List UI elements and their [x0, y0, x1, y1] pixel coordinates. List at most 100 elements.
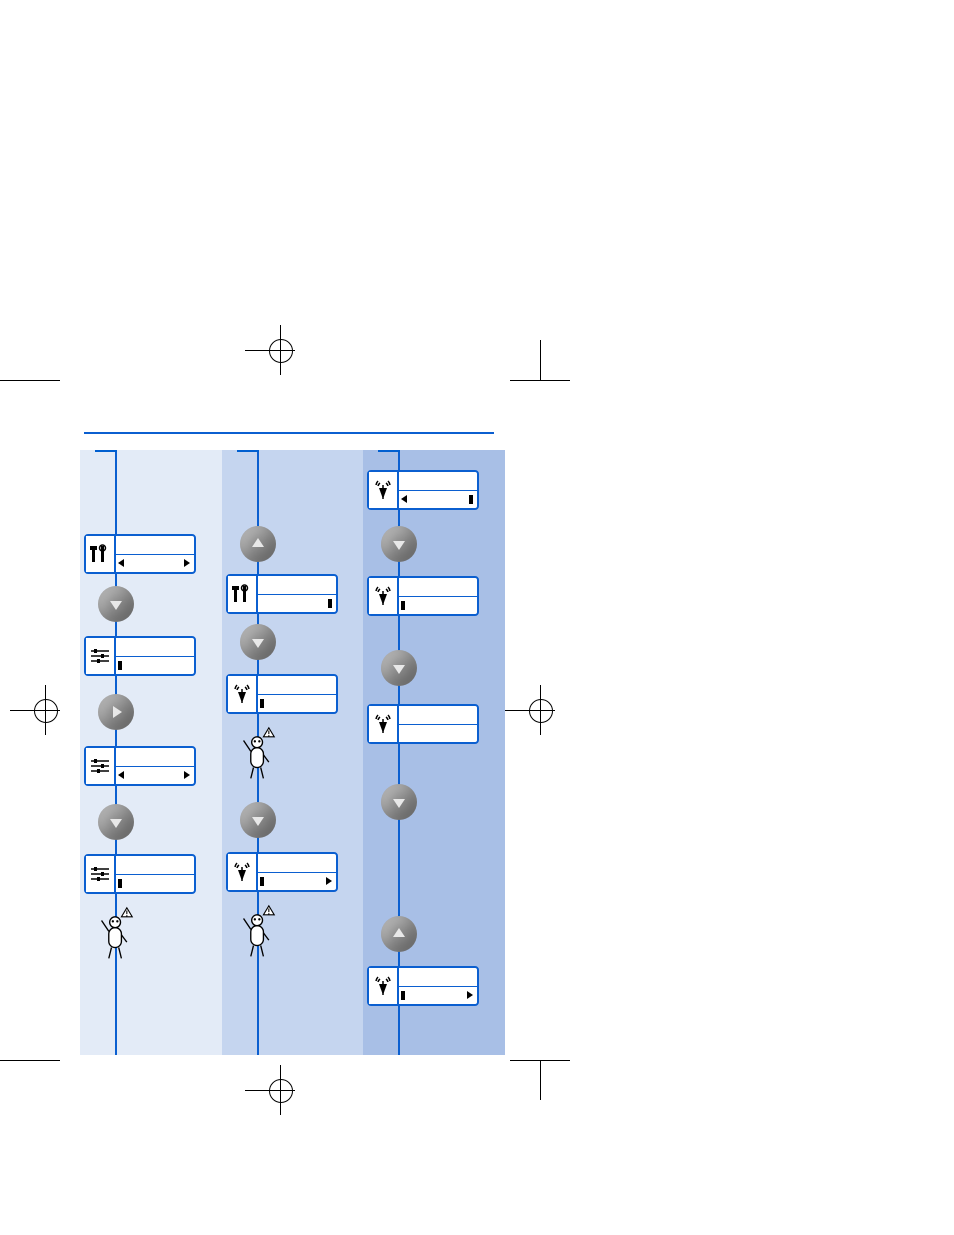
screen-icon-cell [228, 854, 258, 890]
nav-right-icon [184, 559, 190, 567]
nav-right-icon [467, 991, 473, 999]
screen-icon-cell [369, 968, 399, 1004]
screen-row-bottom [397, 724, 477, 742]
screen-icon-cell [228, 676, 258, 712]
flow-column-2 [222, 450, 364, 1055]
arrow-down-icon [252, 639, 264, 648]
screen-row-top [397, 472, 477, 491]
lcd-screen [84, 854, 196, 894]
screen-icon-cell [369, 578, 399, 614]
flow-tee [237, 450, 259, 452]
cursor-indicator [118, 661, 122, 670]
antenna-icon [231, 683, 253, 705]
page-canvas [0, 0, 954, 1235]
nav-up-button[interactable] [240, 526, 276, 562]
lcd-screen [84, 746, 196, 786]
screen-row-bottom [114, 554, 194, 572]
screen-row-top [114, 536, 194, 555]
screen-icon-cell [86, 748, 116, 784]
screen-row-bottom [397, 490, 477, 508]
tools-icon [231, 583, 253, 605]
section-rule [84, 432, 494, 434]
arrow-down-icon [393, 799, 405, 808]
flow-columns [80, 450, 505, 1055]
screen-icon-cell [86, 856, 116, 892]
screen-row-top [397, 578, 477, 597]
nav-right-button[interactable] [98, 694, 134, 730]
nav-down-button[interactable] [98, 586, 134, 622]
nav-down-button[interactable] [240, 624, 276, 660]
arrow-down-icon [110, 601, 122, 610]
screen-row-top [256, 854, 336, 873]
lcd-screen [226, 674, 338, 714]
nav-right-icon [184, 771, 190, 779]
screen-row-top [114, 748, 194, 767]
nav-down-button[interactable] [381, 784, 417, 820]
cursor-indicator [118, 879, 122, 888]
arrow-up-icon [393, 928, 405, 937]
screen-icon-cell [86, 638, 116, 674]
lcd-screen [226, 574, 338, 614]
flow-column-1 [80, 450, 222, 1055]
arrow-down-icon [252, 817, 264, 826]
antenna-icon [372, 479, 394, 501]
screen-row-top [256, 676, 336, 695]
lcd-screen [84, 636, 196, 676]
screen-row-bottom [114, 766, 194, 784]
nav-left-icon [118, 559, 124, 567]
nav-down-button[interactable] [98, 804, 134, 840]
arrow-up-icon [252, 538, 264, 547]
cursor-indicator [328, 599, 332, 608]
flow-tee [378, 450, 400, 452]
tune-icon [89, 755, 111, 777]
screen-row-bottom [397, 986, 477, 1004]
screen-icon-cell [369, 472, 399, 508]
screen-row-top [256, 576, 336, 595]
screen-row-bottom [256, 694, 336, 712]
lcd-screen [226, 852, 338, 892]
flow-tee [95, 450, 117, 452]
screen-row-bottom [256, 872, 336, 890]
nav-left-icon [401, 495, 407, 503]
tools-icon [89, 543, 111, 565]
screen-row-top [397, 968, 477, 987]
cursor-indicator [260, 699, 264, 708]
lcd-screen [84, 534, 196, 574]
warning-robot-icon [236, 904, 280, 960]
screen-icon-cell [86, 536, 116, 572]
screen-icon-cell [369, 706, 399, 742]
screen-row-bottom [256, 594, 336, 612]
screen-icon-cell [228, 576, 258, 612]
nav-down-button[interactable] [381, 650, 417, 686]
lcd-screen [367, 704, 479, 744]
nav-down-button[interactable] [240, 802, 276, 838]
arrow-down-icon [393, 665, 405, 674]
lcd-screen [367, 966, 479, 1006]
screen-row-top [114, 638, 194, 657]
lcd-screen [367, 576, 479, 616]
warning-robot-icon [236, 726, 280, 782]
tune-icon [89, 645, 111, 667]
nav-right-icon [326, 877, 332, 885]
arrow-down-icon [110, 819, 122, 828]
arrow-down-icon [393, 541, 405, 550]
screen-row-top [114, 856, 194, 875]
screen-row-bottom [114, 656, 194, 674]
screen-row-bottom [397, 596, 477, 614]
antenna-icon [231, 861, 253, 883]
screen-row-top [397, 706, 477, 725]
lcd-screen [367, 470, 479, 510]
cursor-indicator [469, 495, 473, 504]
tune-icon [89, 863, 111, 885]
flow-column-3 [363, 450, 505, 1055]
antenna-icon [372, 713, 394, 735]
warning-robot-icon [94, 906, 138, 962]
cursor-indicator [260, 877, 264, 886]
cursor-indicator [401, 991, 405, 1000]
antenna-icon [372, 585, 394, 607]
nav-up-button[interactable] [381, 916, 417, 952]
nav-left-icon [118, 771, 124, 779]
antenna-icon [372, 975, 394, 997]
nav-down-button[interactable] [381, 526, 417, 562]
screen-row-bottom [114, 874, 194, 892]
